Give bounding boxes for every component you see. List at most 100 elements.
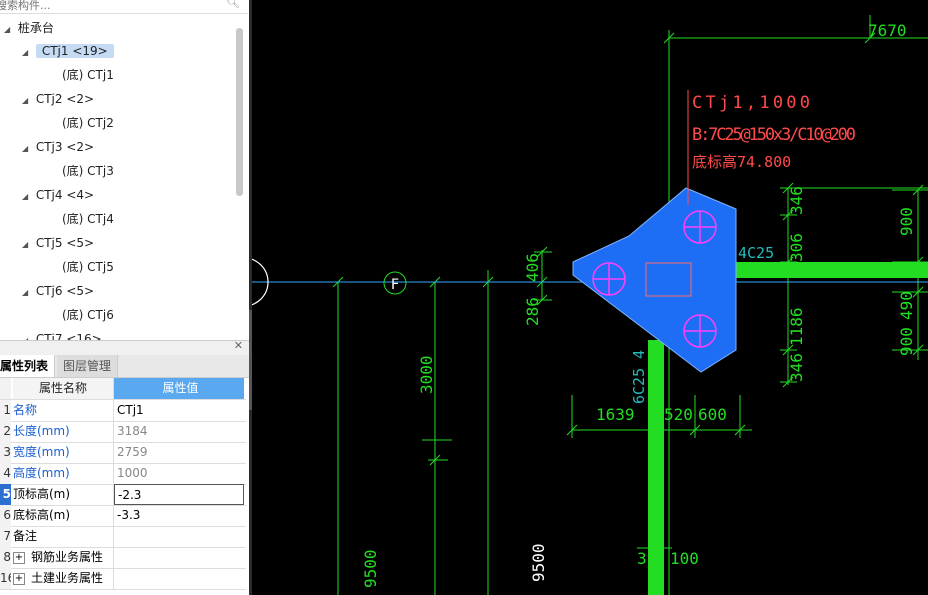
- header-name: 属性名称: [13, 378, 114, 399]
- tree-child-ctj3[interactable]: (底) CTj3: [62, 161, 114, 181]
- header-value: 属性值: [114, 378, 244, 399]
- tab-properties[interactable]: 属性列表: [0, 355, 56, 377]
- left-panel: 🔍︎ ◢ 桩承台 ◢ CTj1 <19> (底) CTj1 ◢ CTj2 <2>…: [0, 0, 249, 595]
- prop-value[interactable]: 3184: [114, 421, 244, 442]
- prop-name: 名称: [13, 400, 114, 421]
- tree-child-label: (底) CTj6: [62, 308, 114, 322]
- dim-text: 490: [897, 291, 916, 320]
- row-number-header: [0, 378, 11, 399]
- prop-group-label: 土建业务属性: [31, 571, 104, 585]
- close-icon[interactable]: ✕: [234, 339, 243, 352]
- prop-value[interactable]: CTj1: [114, 400, 244, 421]
- expand-plus-icon[interactable]: +: [13, 551, 25, 564]
- table-row[interactable]: 5 顶标高(m) -2.3: [0, 484, 246, 506]
- tree-child-label: (底) CTj4: [62, 212, 114, 226]
- property-tabs: 属性列表 图层管理: [0, 355, 249, 378]
- tree-item-ctj2[interactable]: ◢ CTj2 <2>: [22, 89, 94, 109]
- tree-item-label: CTj6 <5>: [35, 284, 95, 298]
- chevron-down-icon[interactable]: ◢: [22, 91, 32, 111]
- axis-label-f: F: [391, 277, 399, 293]
- chevron-down-icon[interactable]: ◢: [22, 43, 32, 63]
- prop-value: [114, 547, 244, 568]
- tree-item-ctj7[interactable]: ◢ CTj7 <16>: [22, 329, 102, 340]
- tab-layers[interactable]: 图层管理: [57, 355, 119, 377]
- row-number: 1: [0, 400, 11, 421]
- dim-text: 900: [897, 327, 916, 356]
- table-row[interactable]: 3 宽度(mm) 2759: [0, 442, 246, 464]
- tree-child-label: (底) CTj5: [62, 260, 114, 274]
- table-row[interactable]: 16 + 土建业务属性: [0, 568, 246, 590]
- tree-item-ctj1[interactable]: ◢ CTj1 <19>: [22, 41, 114, 61]
- cad-label-name: CTj1,1000: [692, 93, 810, 113]
- prop-value[interactable]: -3.3: [114, 505, 244, 526]
- chevron-down-icon[interactable]: ◢: [22, 331, 32, 340]
- chevron-down-icon[interactable]: ◢: [22, 187, 32, 207]
- dim-text: 406: [523, 253, 542, 282]
- dim-text: 900: [897, 207, 916, 236]
- prop-value[interactable]: [114, 526, 244, 547]
- tree-child-label: (底) CTj1: [62, 68, 114, 82]
- tree-child-ctj1[interactable]: (底) CTj1: [62, 65, 114, 85]
- tree-item-label: CTj4 <4>: [35, 188, 95, 202]
- beam-right[interactable]: [734, 262, 928, 278]
- table-row[interactable]: 2 长度(mm) 3184: [0, 421, 246, 443]
- tree-root[interactable]: ◢ 桩承台: [4, 18, 54, 38]
- prop-value: [114, 568, 244, 589]
- search-bar: 🔍︎: [0, 0, 248, 14]
- beam-right-label: 4C25: [738, 244, 774, 262]
- prop-group-label: 钢筋业务属性: [31, 550, 104, 564]
- row-number: 6: [0, 505, 11, 526]
- table-row[interactable]: 7 备注: [0, 526, 246, 548]
- expand-plus-icon[interactable]: +: [13, 572, 25, 585]
- chevron-down-icon[interactable]: ◢: [22, 283, 32, 303]
- table-row[interactable]: 6 底标高(m) -3.3: [0, 505, 246, 527]
- table-row[interactable]: 1 名称 CTj1: [0, 400, 246, 422]
- tree-item-ctj4[interactable]: ◢ CTj4 <4>: [22, 185, 94, 205]
- table-row[interactable]: 8 + 钢筋业务属性: [0, 547, 246, 569]
- prop-value[interactable]: 2759: [114, 442, 244, 463]
- prop-value-editor[interactable]: -2.3: [114, 484, 244, 505]
- prop-name: 宽度(mm): [13, 442, 114, 463]
- tree-child-label: (底) CTj2: [62, 116, 114, 130]
- prop-name: 顶标高(m): [13, 484, 114, 505]
- prop-group[interactable]: + 钢筋业务属性: [13, 547, 114, 568]
- tree-child-ctj6[interactable]: (底) CTj6: [62, 305, 114, 325]
- chevron-down-icon[interactable]: ◢: [22, 139, 32, 159]
- prop-name: 底标高(m): [13, 505, 114, 526]
- dim-text: 7670: [868, 21, 907, 40]
- prop-value[interactable]: 1000: [114, 463, 244, 484]
- table-row[interactable]: 4 高度(mm) 1000: [0, 463, 246, 485]
- tree-child-ctj4[interactable]: (底) CTj4: [62, 209, 114, 229]
- cad-drawing[interactable]: F CTj1,1000 B:7C25@150x3/C10@200 底标高74.8…: [252, 0, 928, 595]
- tree-scrollbar[interactable]: [236, 28, 243, 196]
- tree-child-ctj5[interactable]: (底) CTj5: [62, 257, 114, 277]
- tree-item-ctj6[interactable]: ◢ CTj6 <5>: [22, 281, 94, 301]
- component-tree: ◢ 桩承台 ◢ CTj1 <19> (底) CTj1 ◢ CTj2 <2> (底…: [0, 14, 236, 340]
- tree-child-ctj2[interactable]: (底) CTj2: [62, 113, 114, 133]
- row-number: 2: [0, 421, 11, 442]
- dim-text-white: 9500: [529, 543, 548, 582]
- chevron-down-icon[interactable]: ◢: [22, 235, 32, 255]
- beam-down[interactable]: [648, 340, 664, 595]
- chevron-down-icon[interactable]: ◢: [4, 20, 14, 40]
- cad-canvas[interactable]: F CTj1,1000 B:7C25@150x3/C10@200 底标高74.8…: [252, 0, 928, 595]
- row-number: 5: [0, 484, 11, 505]
- tree-item-label: CTj2 <2>: [35, 92, 95, 106]
- dim-text: 346: [787, 186, 806, 215]
- tree-item-label: CTj3 <2>: [35, 140, 95, 154]
- cad-label-rebar: B:7C25@150x3/C10@200: [692, 125, 856, 145]
- panel-divider[interactable]: ✕: [0, 339, 249, 355]
- search-icon[interactable]: 🔍︎: [226, 0, 240, 9]
- tree-item-ctj5[interactable]: ◢ CTj5 <5>: [22, 233, 94, 253]
- search-input[interactable]: [0, 0, 218, 14]
- tree-item-label: CTj5 <5>: [35, 236, 95, 250]
- tree-item-label: CTj7 <16>: [35, 332, 102, 340]
- cad-label-elev: 底标高74.800: [692, 153, 791, 171]
- row-number: 16: [0, 568, 11, 589]
- tree-item-ctj3[interactable]: ◢ CTj3 <2>: [22, 137, 94, 157]
- prop-name: 备注: [13, 526, 114, 547]
- dim-text: 1186: [787, 307, 806, 346]
- prop-group[interactable]: + 土建业务属性: [13, 568, 114, 589]
- row-number: 3: [0, 442, 11, 463]
- dim-text: 520: [664, 405, 693, 424]
